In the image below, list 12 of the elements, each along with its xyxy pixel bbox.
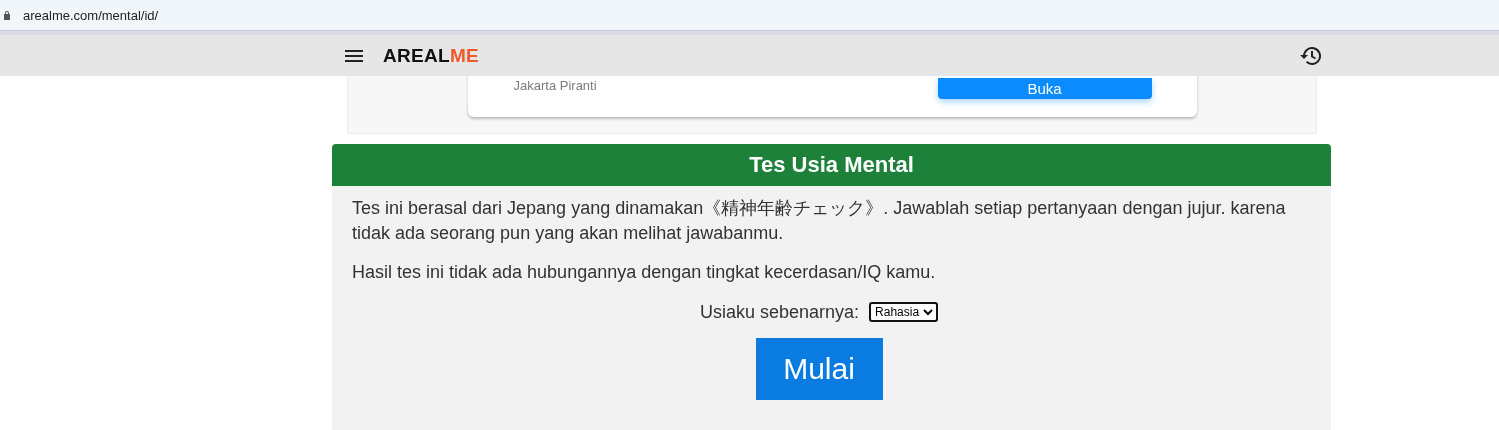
age-select[interactable]: Rahasia xyxy=(869,302,939,322)
intro-paragraph: Tes ini berasal dari Jepang yang dinamakan《精神年齢チェック》. Jawablah setiap pertanyaan dengan jujur. karena tidak ada seorang pun yang akan melihat jawabanmu. xyxy=(352,197,1286,245)
url-text[interactable]: arealme.com/mental/id/ xyxy=(23,7,159,23)
lock-icon xyxy=(3,10,11,20)
age-label: Usiaku sebenarnya: xyxy=(699,301,860,323)
advertiser-name: Jakarta Piranti xyxy=(513,78,597,93)
history-icon[interactable] xyxy=(1299,45,1321,66)
intro-paragraph: Hasil tes ini tidak ada hubungannya dengan tingkat kecerdasan/IQ kamu. xyxy=(352,261,937,284)
panel-title: Tes Usia Mental xyxy=(332,144,1331,186)
menu-icon[interactable] xyxy=(345,48,363,63)
site-logo[interactable]: AREALME xyxy=(383,44,480,67)
start-button[interactable]: Mulai xyxy=(755,338,883,400)
